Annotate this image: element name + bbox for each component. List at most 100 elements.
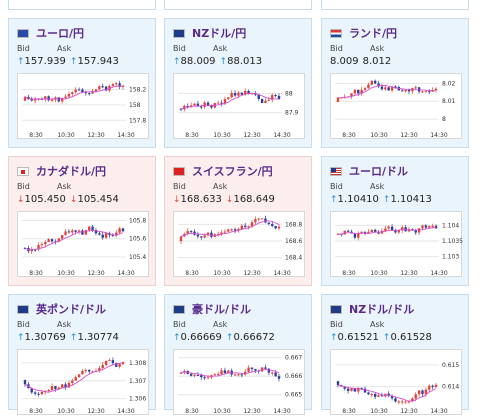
candle xyxy=(118,228,121,233)
rate-card[interactable]: カナダドル/円 Bid Ask ↓105.450 ↓105.454 105.8 105… xyxy=(8,156,156,286)
candle xyxy=(397,401,401,403)
mini-chart[interactable]: 105.8 105.6 105.4 8:30 10:30 12:30 14:30 xyxy=(17,211,149,277)
candle xyxy=(363,88,367,90)
bid-label: Bid xyxy=(330,320,343,329)
candle xyxy=(64,231,67,236)
ask-trend-icon: ↑ xyxy=(219,57,228,67)
moving-average-line xyxy=(24,362,124,393)
candle xyxy=(230,93,233,98)
candle xyxy=(264,100,267,104)
pair-title[interactable]: ユーロ/ドル xyxy=(349,163,408,179)
x-tick-label: 8:30 xyxy=(342,270,356,277)
rate-card[interactable]: 豪ドル/ドル Bid Ask ↑0.66669 ↑0.66672 0.667 0.66… xyxy=(164,294,312,415)
card-header: ランド/円 xyxy=(330,25,397,41)
flag-icon xyxy=(330,166,342,176)
ask-label: Ask xyxy=(370,320,385,329)
candle xyxy=(424,225,428,228)
candle xyxy=(213,374,216,376)
candle xyxy=(414,87,417,89)
pair-title[interactable]: ユーロ/円 xyxy=(36,25,84,41)
pair-title[interactable]: NZドル/円 xyxy=(192,25,246,41)
mini-chart[interactable]: 1.104 1.1035 1.103 8:30 10:30 12:30 14:30 xyxy=(330,211,463,277)
candle xyxy=(428,226,431,228)
ask-label: Ask xyxy=(370,44,385,53)
rate-card[interactable]: ユーロ/円 Bid Ask ↑157.939 ↑157.943 158.2 158 15… xyxy=(8,18,156,148)
bid-ask-values: 8.009 8.012 xyxy=(330,56,395,67)
x-tick-label: 12:30 xyxy=(87,408,104,415)
x-tick-label: 14:30 xyxy=(430,408,447,415)
candle xyxy=(111,84,115,87)
candle xyxy=(200,236,203,238)
candle xyxy=(227,97,230,100)
bid-trend-icon: ↑ xyxy=(17,333,25,343)
candle xyxy=(387,87,390,91)
candle xyxy=(336,381,340,386)
x-tick-label: 14:30 xyxy=(117,408,134,415)
candle xyxy=(64,96,67,98)
y-tick-label: 0.667 xyxy=(285,355,302,362)
candle xyxy=(401,90,404,92)
pair-title[interactable]: 英ポンド/ドル xyxy=(36,301,106,317)
mini-chart[interactable]: 168.8 168.6 168.4 8:30 10:30 12:30 14:30 xyxy=(173,211,305,277)
mini-chart[interactable]: 1.308 1.307 1.306 8:30 10:30 12:30 14:30 xyxy=(17,349,149,415)
price-chart: 0.667 0.666 0.665 8:30 10:30 12:30 14:30 xyxy=(178,355,302,415)
rate-card[interactable]: 英ポンド/ドル Bid Ask ↑1.30769 ↑1.30774 1.308 1.3… xyxy=(8,294,156,415)
y-tick-label: 157.8 xyxy=(129,117,146,124)
rate-card[interactable]: NZドル/ドル Bid Ask ↑0.61521 ↑0.61528 0.615 0.6… xyxy=(321,294,469,415)
bid-value: 1.10410 xyxy=(337,194,379,205)
candle xyxy=(44,241,47,245)
x-tick-label: 8:30 xyxy=(342,408,356,415)
candle xyxy=(230,229,233,231)
candle xyxy=(240,374,244,376)
x-tick-label: 12:30 xyxy=(400,408,417,415)
candle xyxy=(367,392,370,395)
flag-icon xyxy=(173,166,185,176)
bid-trend-icon: ↓ xyxy=(173,195,181,205)
candle xyxy=(50,386,54,391)
bid-trend-icon: ↑ xyxy=(173,57,181,67)
rate-card[interactable]: スイスフラン/円 Bid Ask ↓168.633 ↓168.649 168.8 16… xyxy=(164,156,312,286)
candle xyxy=(203,235,206,238)
pair-title[interactable]: 豪ドル/ドル xyxy=(192,301,251,317)
rate-card[interactable]: ランド/円 Bid Ask 8.009 8.012 8.02 8.01 8 8:30 10:… xyxy=(321,18,469,148)
candle xyxy=(47,96,50,101)
card-strip xyxy=(8,0,156,10)
pair-title[interactable]: NZドル/ドル xyxy=(349,301,414,317)
candle xyxy=(250,222,254,227)
candle xyxy=(54,386,57,390)
y-tick-label: 87.9 xyxy=(285,110,299,117)
bid-ask-labels: Bid Ask xyxy=(330,320,410,329)
candle xyxy=(210,232,213,237)
bid-ask-labels: Bid Ask xyxy=(173,182,253,191)
rate-card[interactable]: NZドル/円 Bid Ask ↑88.009 ↑88.013 88 87.9 8:30 1… xyxy=(164,18,312,148)
bid-ask-values: ↑0.66669 ↑0.66672 xyxy=(173,332,279,343)
pair-title[interactable]: スイスフラン/円 xyxy=(192,163,273,179)
mini-chart[interactable]: 0.667 0.666 0.665 8:30 10:30 12:30 14:30 xyxy=(173,349,305,415)
pair-title[interactable]: ランド/円 xyxy=(349,25,397,41)
pair-title[interactable]: カナダドル/円 xyxy=(36,163,106,179)
mini-chart[interactable]: 88 87.9 8:30 10:30 12:30 14:30 xyxy=(173,73,305,139)
mini-chart[interactable]: 0.615 0.614 8:30 10:30 12:30 14:30 xyxy=(330,349,462,415)
candle xyxy=(81,89,84,93)
candle xyxy=(250,367,254,370)
y-tick-label: 8.01 xyxy=(442,98,456,105)
ask-value: 0.61528 xyxy=(390,332,432,343)
rate-card[interactable]: ユーロ/ドル Bid Ask ↑1.10410 ↑1.10413 1.104 1.10… xyxy=(321,156,469,286)
candle xyxy=(50,239,54,242)
candle xyxy=(247,367,250,372)
x-tick-label: 10:30 xyxy=(213,270,230,277)
candle xyxy=(71,92,74,94)
x-tick-label: 8:30 xyxy=(185,270,199,277)
ask-value: 105.454 xyxy=(77,194,119,205)
candle xyxy=(257,218,260,220)
card-header: スイスフラン/円 xyxy=(173,163,273,179)
x-tick-label: 12:30 xyxy=(87,270,104,277)
y-tick-label: 1.307 xyxy=(129,378,146,385)
mini-chart[interactable]: 158.2 158 157.8 8:30 10:30 12:30 14:30 xyxy=(17,73,149,139)
candle xyxy=(274,372,277,377)
mini-chart[interactable]: 8.02 8.01 8 8:30 10:30 12:30 14:30 xyxy=(330,73,462,139)
y-tick-label: 1.104 xyxy=(442,222,459,229)
x-tick-label: 10:30 xyxy=(370,132,387,139)
candle xyxy=(428,91,431,93)
candle xyxy=(377,395,380,397)
